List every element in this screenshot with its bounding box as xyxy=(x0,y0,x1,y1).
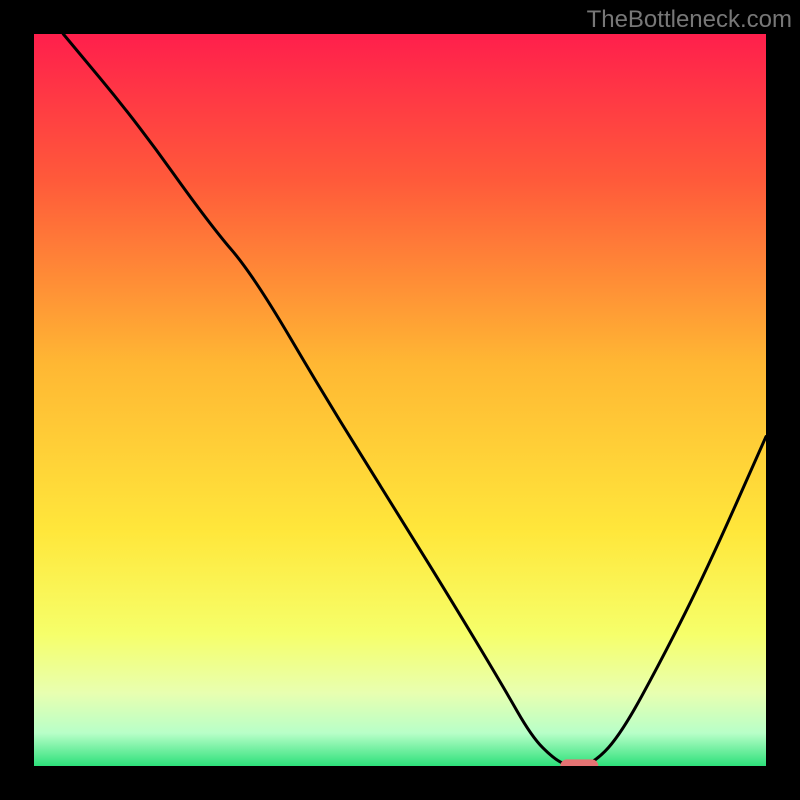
optimal-marker xyxy=(560,759,598,772)
watermark: TheBottleneck.com xyxy=(587,6,792,34)
chart-container: TheBottleneck.com xyxy=(0,0,800,800)
plot-background xyxy=(34,34,766,766)
bottleneck-chart xyxy=(0,0,800,800)
